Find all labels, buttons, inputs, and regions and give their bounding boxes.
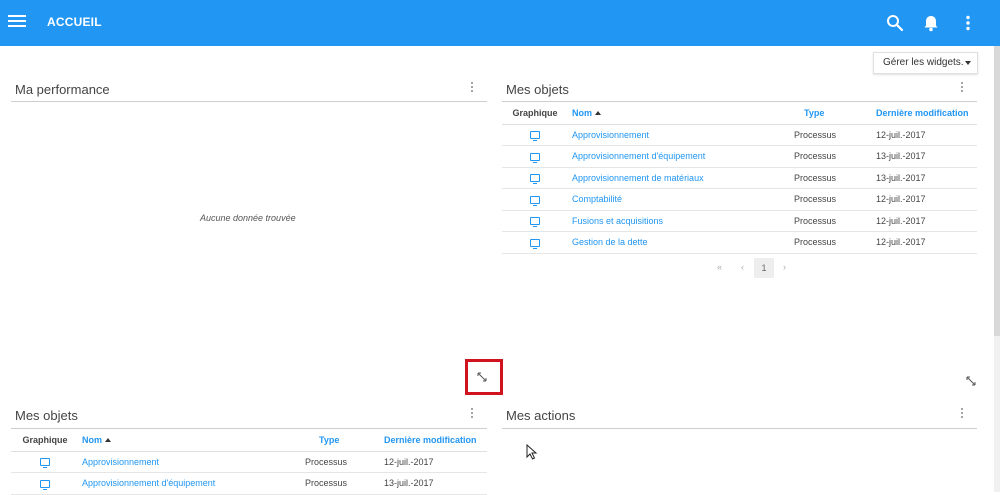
page-title: ACCUEIL (47, 15, 102, 29)
mouse-cursor-icon (526, 444, 538, 460)
resize-handle-icon[interactable] (965, 375, 977, 387)
row-modified: 12-juil.-2017 (872, 124, 977, 146)
objects-widget-2-title: Mes objets (15, 408, 78, 423)
monitor-icon[interactable] (530, 217, 540, 228)
table-row[interactable]: Approvisionnement d'équipement Processus… (502, 145, 977, 168)
actions-widget-divider (502, 428, 977, 429)
row-name-link[interactable]: Gestion de la dette (568, 231, 794, 254)
graph-cell[interactable] (502, 231, 568, 254)
manage-widgets-label: Gérer les widgets. (883, 57, 964, 68)
search-icon[interactable] (885, 13, 905, 33)
row-name-link[interactable]: Approvisionnement (79, 451, 305, 473)
table-row[interactable]: Comptabilité Processus 12-juil.-2017 (502, 188, 977, 211)
bell-icon[interactable] (921, 13, 941, 33)
row-name-link[interactable]: Fusions et acquisitions (568, 210, 794, 232)
monitor-icon[interactable] (530, 174, 540, 185)
objects-table-2: Graphique Nom Type Dernière modification… (11, 429, 487, 495)
monitor-icon[interactable] (40, 479, 50, 490)
column-header-name-label: Nom (82, 434, 102, 445)
objects-widget-2-menu-icon[interactable] (470, 408, 474, 420)
objects-table: Graphique Nom Type Dernière modification… (502, 102, 977, 254)
row-modified: 12-juil.-2017 (872, 231, 977, 254)
column-header-type[interactable]: Type (794, 102, 872, 125)
table-row[interactable]: Approvisionnement de matériaux Processus… (502, 167, 977, 189)
column-header-name-label: Nom (572, 107, 592, 118)
graph-cell[interactable] (502, 145, 568, 168)
more-vert-icon[interactable] (958, 13, 978, 33)
row-name-link[interactable]: Approvisionnement d'équipement (79, 472, 305, 495)
prev-page-icon[interactable]: ‹ (741, 262, 744, 272)
column-header-name[interactable]: Nom (568, 102, 794, 125)
row-type: Processus (794, 124, 872, 146)
monitor-icon[interactable] (530, 238, 540, 249)
row-name-link[interactable]: Approvisionnement de matériaux (568, 167, 794, 189)
row-modified: 12-juil.-2017 (872, 188, 977, 211)
sort-asc-icon (105, 438, 111, 443)
manage-widgets-button[interactable]: Gérer les widgets. (873, 52, 978, 74)
monitor-icon[interactable] (40, 458, 50, 469)
highlight-box (465, 359, 503, 395)
row-type: Processus (305, 451, 383, 473)
menu-icon[interactable] (8, 13, 26, 31)
row-modified: 13-juil.-2017 (872, 167, 977, 189)
column-header-modified[interactable]: Dernière modification (872, 102, 977, 125)
next-page-icon[interactable]: › (783, 262, 786, 272)
perf-widget-menu-icon[interactable] (470, 82, 474, 94)
row-type: Processus (305, 472, 383, 495)
column-header-graph: Graphique (11, 429, 79, 452)
table-header-row: Graphique Nom Type Dernière modification (502, 102, 977, 125)
table-row[interactable]: Fusions et acquisitions Processus 12-jui… (502, 210, 977, 232)
graph-cell[interactable] (502, 210, 568, 232)
scrollbar-thumb[interactable] (994, 46, 1000, 336)
column-header-modified[interactable]: Dernière modification (383, 429, 487, 452)
perf-widget-title: Ma performance (15, 82, 110, 97)
graph-cell[interactable] (502, 188, 568, 211)
row-type: Processus (794, 145, 872, 168)
current-page-button[interactable]: 1 (754, 258, 774, 278)
table-row[interactable]: Approvisionnement Processus 12-juil.-201… (502, 124, 977, 146)
row-modified: 12-juil.-2017 (383, 451, 487, 473)
monitor-icon[interactable] (530, 131, 540, 142)
top-app-bar: ACCUEIL (0, 0, 1000, 46)
objects-widget-title: Mes objets (506, 82, 569, 97)
objects-widget-menu-icon[interactable] (960, 82, 964, 94)
table-row[interactable]: Gestion de la dette Processus 12-juil.-2… (502, 231, 977, 254)
graph-cell[interactable] (11, 451, 79, 473)
graph-cell[interactable] (11, 472, 79, 495)
graph-cell[interactable] (502, 124, 568, 146)
row-type: Processus (794, 231, 872, 254)
row-name-link[interactable]: Approvisionnement d'équipement (568, 145, 794, 168)
monitor-icon[interactable] (530, 152, 540, 163)
perf-widget-divider (11, 101, 487, 102)
caret-down-icon (965, 61, 971, 65)
sort-asc-icon (595, 111, 601, 116)
column-header-type[interactable]: Type (305, 429, 383, 452)
table-row[interactable]: Approvisionnement Processus 12-juil.-201… (11, 451, 487, 473)
table-header-row: Graphique Nom Type Dernière modification (11, 429, 487, 452)
monitor-icon[interactable] (530, 195, 540, 206)
column-header-name[interactable]: Nom (79, 429, 305, 452)
row-name-link[interactable]: Comptabilité (568, 188, 794, 211)
first-page-icon[interactable]: « (717, 262, 722, 272)
row-type: Processus (794, 210, 872, 232)
graph-cell[interactable] (502, 167, 568, 189)
row-type: Processus (794, 188, 872, 211)
row-modified: 12-juil.-2017 (872, 210, 977, 232)
row-name-link[interactable]: Approvisionnement (568, 124, 794, 146)
column-header-graph: Graphique (502, 102, 568, 125)
actions-widget-title: Mes actions (506, 408, 576, 423)
actions-widget-menu-icon[interactable] (960, 408, 964, 420)
row-type: Processus (794, 167, 872, 189)
empty-message: Aucune donnée trouvée (200, 213, 296, 223)
row-modified: 13-juil.-2017 (872, 145, 977, 168)
page-scrollbar[interactable] (994, 46, 1000, 492)
table-row[interactable]: Approvisionnement d'équipement Processus… (11, 472, 487, 495)
row-modified: 13-juil.-2017 (383, 472, 487, 495)
